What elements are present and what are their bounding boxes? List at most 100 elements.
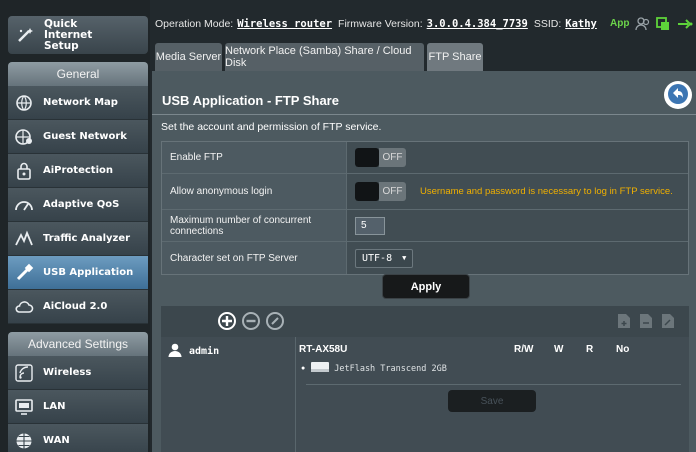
sidebar-item-adaptive-qos[interactable]: Adaptive QoS (8, 188, 148, 222)
firmware-version-link[interactable]: 3.0.0.4.384_7739 (427, 18, 528, 30)
add-account-icon[interactable] (217, 311, 237, 331)
guest-network-icon (14, 127, 34, 147)
sidebar-item-wan[interactable]: WAN (8, 424, 148, 452)
quick-setup-label: Quick Internet Setup (44, 17, 93, 52)
setting-row-max-connections: Maximum number of concurrent connections… (162, 210, 688, 242)
sidebar-item-label: Traffic Analyzer (43, 233, 131, 244)
save-button[interactable]: Save (448, 390, 536, 412)
usb-status-icon[interactable] (677, 16, 693, 32)
account-item[interactable]: admin (167, 342, 219, 361)
column-header-w: W (554, 344, 564, 355)
globe-network-icon (14, 93, 34, 113)
wifi-icon (14, 363, 34, 383)
charset-value: UTF-8 (362, 252, 393, 264)
tab-network-place-share[interactable]: Network Place (Samba) Share / Cloud Disk (225, 43, 424, 71)
column-header-rw: R/W (514, 344, 534, 355)
sidebar-item-aiprotection[interactable]: AiProtection (8, 154, 148, 188)
app-link[interactable]: App (610, 18, 629, 29)
sidebar-item-label: Network Map (43, 97, 118, 108)
delete-account-icon[interactable] (241, 311, 261, 331)
back-button[interactable] (664, 81, 692, 109)
main-panel: USB Application - FTP Share Set the acco… (152, 71, 696, 452)
expand-icon[interactable]: ● (301, 365, 305, 372)
max-connections-input[interactable]: 5 (355, 216, 385, 235)
anonymous-login-hint: Username and password is necessary to lo… (420, 186, 673, 197)
drive-icon (310, 361, 330, 376)
user-icon (167, 342, 183, 361)
divider (306, 384, 681, 385)
sidebar-item-wireless[interactable]: Wireless (8, 356, 148, 390)
divider (152, 114, 696, 115)
toggle-knob (355, 182, 379, 201)
sidebar-item-label: WAN (43, 435, 70, 446)
enable-ftp-toggle[interactable]: OFF (355, 148, 406, 167)
ssid-label: SSID: (533, 18, 562, 30)
setting-label: Enable FTP (162, 142, 347, 173)
sidebar-item-aicloud[interactable]: AiCloud 2.0 (8, 290, 148, 324)
sidebar-item-label: AiProtection (43, 165, 113, 176)
account-toolbar (161, 306, 296, 337)
traffic-analyzer-icon (14, 229, 34, 249)
edit-folder-icon[interactable] (660, 313, 676, 329)
ssid-link[interactable]: Kathy (565, 18, 597, 30)
lock-icon (14, 161, 34, 181)
setting-label: Maximum number of concurrent connections (162, 210, 347, 241)
device-name: RT-AX58U (299, 344, 348, 355)
status-bar: Operation Mode: Wireless router Firmware… (155, 14, 696, 34)
users-icon[interactable] (635, 16, 651, 32)
ftp-settings-form: Enable FTP OFF Allow anonymous login OFF… (161, 141, 689, 275)
edit-account-icon[interactable] (265, 311, 285, 331)
sidebar-item-guest-network[interactable]: Guest Network (8, 120, 148, 154)
firmware-label: Firmware Version: (338, 18, 423, 30)
folder-toolbar (296, 306, 689, 337)
sidebar-item-label: Wireless (43, 367, 92, 378)
tab-ftp-share[interactable]: FTP Share (427, 43, 483, 71)
delete-folder-icon[interactable] (638, 313, 654, 329)
toggle-state: OFF (379, 148, 406, 167)
account-list: admin (161, 337, 296, 452)
toggle-state: OFF (379, 182, 406, 201)
sidebar-item-network-map[interactable]: Network Map (8, 86, 148, 120)
setting-row-enable-ftp: Enable FTP OFF (162, 142, 688, 174)
operation-mode-label: Operation Mode: (155, 18, 234, 30)
sidebar-item-label: AiCloud 2.0 (43, 301, 108, 312)
sidebar-item-label: Adaptive QoS (43, 199, 120, 210)
sidebar-item-usb-application[interactable]: USB Application (8, 256, 148, 290)
add-folder-icon[interactable] (616, 313, 632, 329)
column-header-no: No (616, 344, 630, 355)
toggle-knob (355, 148, 379, 167)
setting-label: Allow anonymous login (162, 174, 347, 209)
monitor-icon (14, 397, 34, 417)
general-section-header: General (8, 62, 148, 86)
sidebar: Quick Internet Setup General Network Map… (0, 0, 150, 452)
copy-icon[interactable] (655, 16, 671, 32)
sidebar-item-label: USB Application (43, 267, 134, 278)
speedometer-icon (14, 195, 34, 215)
drive-row[interactable]: ● JetFlash Transcend 2GB (301, 361, 447, 376)
charset-select[interactable]: UTF-8 ▼ (355, 248, 413, 268)
setting-row-charset: Character set on FTP Server UTF-8 ▼ (162, 242, 688, 274)
wizard-icon (16, 25, 36, 45)
tab-media-server[interactable]: Media Server (155, 43, 222, 71)
setting-label: Character set on FTP Server (162, 242, 347, 274)
back-arrow-icon (667, 83, 689, 108)
operation-mode-link[interactable]: Wireless router (237, 18, 332, 30)
page-title: USB Application - FTP Share (162, 93, 339, 108)
anonymous-login-toggle[interactable]: OFF (355, 182, 406, 201)
advanced-section-header: Advanced Settings (8, 332, 148, 356)
chevron-down-icon: ▼ (402, 254, 407, 262)
sidebar-item-traffic-analyzer[interactable]: Traffic Analyzer (8, 222, 148, 256)
sidebar-item-label: LAN (43, 401, 66, 412)
setting-row-anonymous-login: Allow anonymous login OFF Username and p… (162, 174, 688, 210)
globe-icon (14, 431, 34, 451)
page-description: Set the account and permission of FTP se… (161, 121, 382, 133)
quick-internet-setup-button[interactable]: Quick Internet Setup (8, 16, 148, 54)
sidebar-item-lan[interactable]: LAN (8, 390, 148, 424)
account-permission-table: admin RT-AX58U R/W W R No ● JetFlash Tra… (161, 306, 689, 452)
apply-button[interactable]: Apply (382, 274, 470, 299)
account-name: admin (189, 346, 220, 357)
cloud-icon (14, 297, 34, 317)
sidebar-item-label: Guest Network (43, 131, 127, 142)
drive-name: JetFlash Transcend 2GB (334, 363, 447, 374)
column-header-r: R (586, 344, 594, 355)
